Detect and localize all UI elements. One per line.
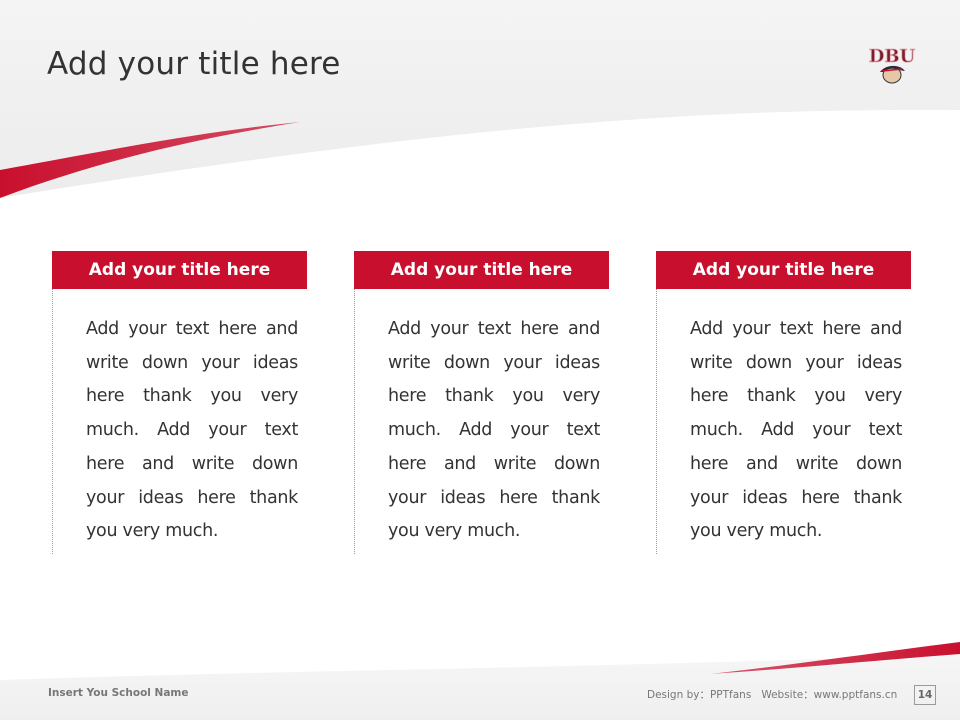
page-number: 14 bbox=[914, 685, 936, 705]
header-gray-band bbox=[0, 0, 960, 198]
page-title: Add your title here bbox=[47, 46, 341, 82]
header-swoosh-background bbox=[0, 0, 960, 198]
mascot-logo-icon: DBU bbox=[868, 46, 916, 84]
school-logo: DBU bbox=[858, 44, 926, 88]
footer-swoosh-background bbox=[0, 642, 960, 720]
info-card-2: Add your title here Add your text here a… bbox=[354, 251, 609, 554]
card-text: Add your text here and write down your i… bbox=[388, 319, 600, 542]
card-body: Add your text here and write down your i… bbox=[52, 289, 308, 554]
card-body: Add your text here and write down your i… bbox=[354, 289, 610, 554]
card-title: Add your title here bbox=[354, 251, 609, 289]
footer-credit: Design by：PPTfans Website：www.pptfans.cn bbox=[647, 689, 898, 701]
card-title: Add your title here bbox=[656, 251, 911, 289]
info-card-1: Add your title here Add your text here a… bbox=[52, 251, 307, 554]
card-title: Add your title here bbox=[52, 251, 307, 289]
card-text: Add your text here and write down your i… bbox=[86, 319, 298, 542]
footer-school-name: Insert You School Name bbox=[48, 687, 189, 699]
card-text: Add your text here and write down your i… bbox=[690, 319, 902, 542]
logo-wordmark: DBU bbox=[869, 46, 916, 67]
info-card-3: Add your title here Add your text here a… bbox=[656, 251, 911, 554]
card-body: Add your text here and write down your i… bbox=[656, 289, 912, 554]
